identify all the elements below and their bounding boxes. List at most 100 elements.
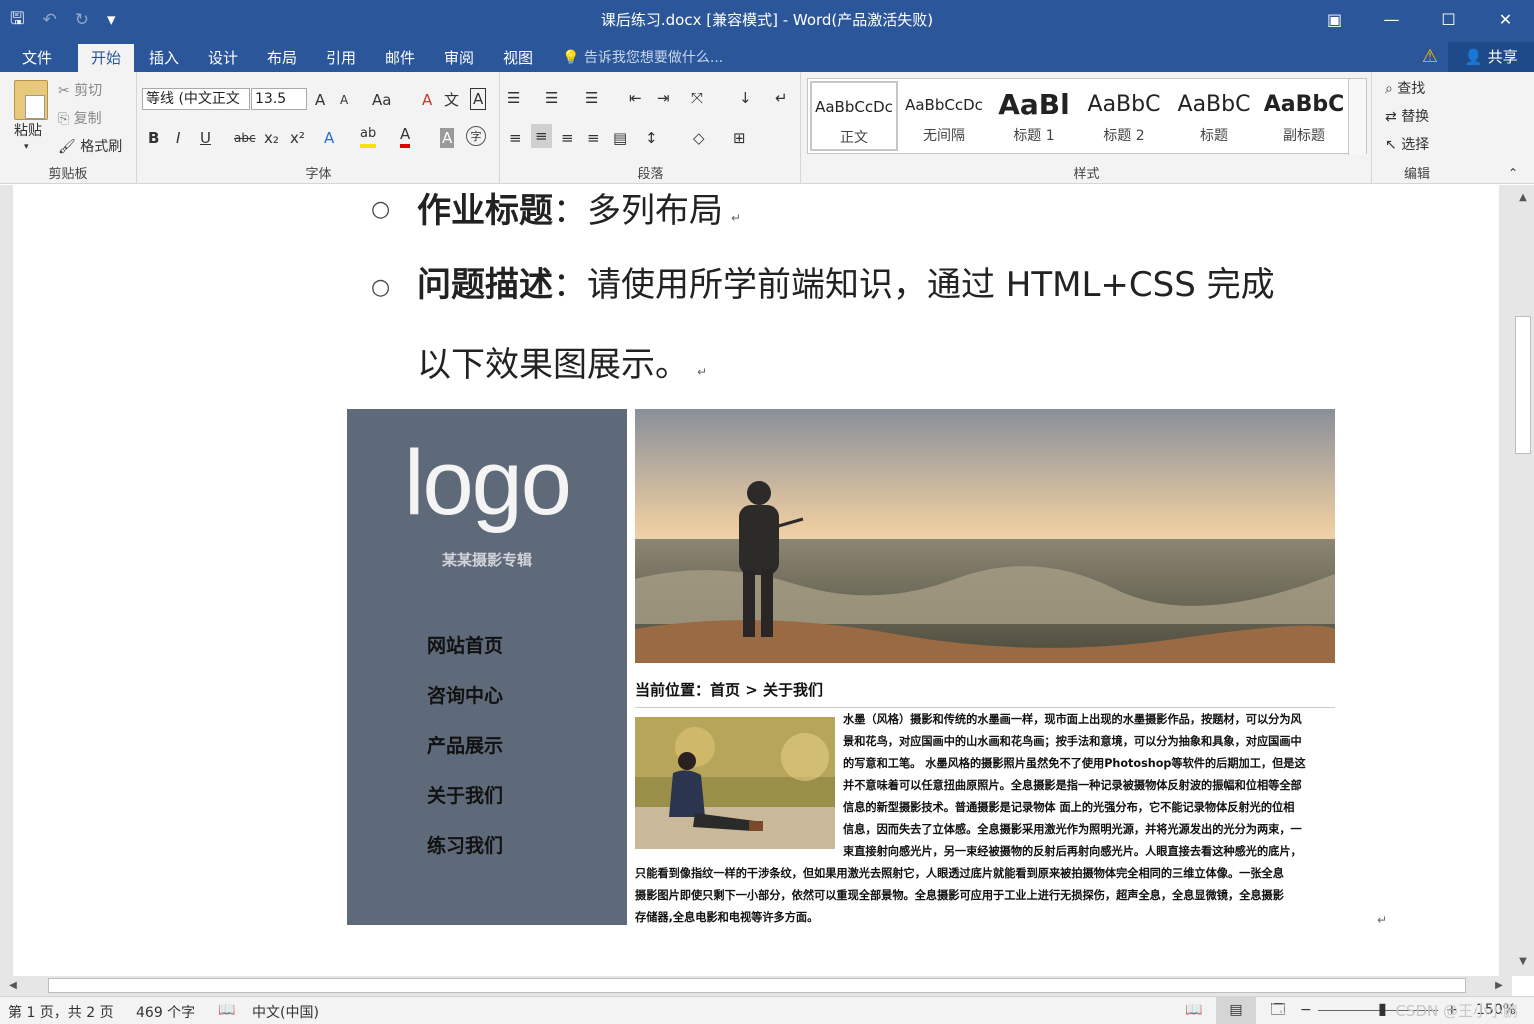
figure-text-line: 只能看到像指纹一样的干涉条纹，但如果用激光去照射它，人眼透过底片就能看到原来被拍…	[635, 867, 1284, 880]
close-button[interactable]: ✕	[1477, 0, 1534, 40]
tab-insert[interactable]: 插入	[139, 44, 189, 72]
read-mode-icon[interactable]: 📖	[1174, 997, 1214, 1024]
style-subtitle[interactable]: AaBbC 副标题	[1260, 81, 1348, 151]
underline-button[interactable]: U	[200, 128, 211, 148]
style-normal[interactable]: AaBbCcDc 正文	[810, 81, 898, 151]
figure-sidebar: logo 某某摄影专辑 网站首页 咨询中心 产品展示 关于我们 练习我们	[347, 409, 627, 925]
style-title[interactable]: AaBbC 标题	[1170, 81, 1258, 151]
character-shading-icon[interactable]: A	[440, 128, 455, 148]
print-layout-icon[interactable]: ▤	[1216, 997, 1256, 1024]
word-count[interactable]: 469 个字	[136, 1002, 195, 1022]
warning-icon[interactable]: ⚠	[1422, 46, 1438, 67]
cursor-icon: ↖	[1385, 137, 1397, 153]
cut-button[interactable]: ✂ 剪切	[58, 80, 102, 100]
numbering-icon[interactable]: ☰	[545, 88, 558, 108]
subscript-button[interactable]: x₂	[264, 128, 279, 148]
font-name-combobox[interactable]: 等线 (中文正文	[142, 88, 250, 110]
borders-icon[interactable]: ⊞	[733, 128, 746, 148]
scroll-left-icon[interactable]: ◀	[4, 976, 22, 996]
strikethrough-button[interactable]: abc	[234, 128, 256, 148]
distributed-icon[interactable]: ▤	[613, 128, 627, 148]
tab-file[interactable]: 文件	[12, 44, 62, 72]
minimize-button[interactable]: —	[1363, 0, 1420, 40]
style-heading-2[interactable]: AaBbC 标题 2	[1080, 81, 1168, 151]
bullets-icon[interactable]: ☰	[507, 88, 520, 108]
page-count[interactable]: 第 1 页，共 2 页	[8, 1002, 114, 1022]
language-indicator[interactable]: 中文(中国)	[252, 1002, 319, 1022]
italic-button[interactable]: I	[176, 128, 180, 148]
web-layout-icon[interactable]: 🗔	[1258, 997, 1298, 1024]
style-no-spacing[interactable]: AaBbCcDc 无间隔	[900, 81, 988, 151]
zoom-slider-thumb[interactable]: ▮	[1378, 999, 1387, 1018]
vertical-scrollbar[interactable]: ▲ ▼	[1512, 185, 1534, 976]
replace-button[interactable]: ⇄ 替换	[1385, 106, 1429, 126]
justify-icon[interactable]: ≡	[587, 128, 600, 148]
paste-icon[interactable]	[14, 80, 48, 120]
paste-button[interactable]: 粘贴	[14, 120, 42, 140]
style-name: 无间隔	[923, 128, 965, 144]
multilevel-list-icon[interactable]: ☰	[585, 88, 598, 108]
replace-label: 替换	[1401, 109, 1430, 125]
customize-qat-icon[interactable]: ▾	[107, 10, 116, 30]
scroll-right-icon[interactable]: ▶	[1490, 976, 1508, 996]
clear-formatting-icon[interactable]: A	[422, 90, 432, 110]
format-painter-button[interactable]: 🖌 格式刷	[58, 136, 122, 156]
tab-mailings[interactable]: 邮件	[375, 44, 425, 72]
tab-layout[interactable]: 布局	[257, 44, 307, 72]
show-formatting-marks-icon[interactable]: ↵	[775, 88, 788, 108]
vertical-scroll-thumb[interactable]	[1515, 316, 1531, 454]
select-button[interactable]: ↖ 选择	[1385, 134, 1429, 154]
horizontal-scrollbar[interactable]: ◀ ▶	[0, 976, 1512, 996]
tab-view[interactable]: 视图	[493, 44, 543, 72]
increase-indent-icon[interactable]: ⇥	[657, 88, 670, 108]
change-case-icon[interactable]: Aa	[372, 90, 391, 110]
tell-me-search[interactable]: 💡 告诉我您想要做什么...	[562, 44, 723, 72]
bold-button[interactable]: B	[148, 128, 159, 148]
zoom-out-icon[interactable]: −	[1300, 1002, 1312, 1018]
enclose-characters-icon[interactable]: 字	[466, 126, 486, 146]
document-page[interactable]: ○ 作业标题：多列布局 ↵ ○ 问题描述：请使用所学前端知识，通过 HTML+CS…	[13, 185, 1499, 976]
tab-review[interactable]: 审阅	[434, 44, 484, 72]
scroll-up-icon[interactable]: ▲	[1512, 189, 1534, 207]
decrease-indent-icon[interactable]: ⇤	[629, 88, 642, 108]
shading-bucket-icon[interactable]: ◇	[693, 128, 705, 148]
character-border-icon[interactable]: A	[470, 88, 487, 110]
tab-design[interactable]: 设计	[198, 44, 248, 72]
proofing-icon[interactable]: 📖	[218, 1002, 235, 1018]
superscript-button[interactable]: x²	[290, 128, 305, 148]
figure-breadcrumb: 当前位置：首页 > 关于我们	[635, 681, 824, 699]
tab-home[interactable]: 开始	[78, 44, 135, 72]
shrink-font-icon[interactable]: A	[340, 90, 348, 110]
style-sample: AaBbC	[1087, 92, 1161, 117]
styles-gallery-scrollbar[interactable]	[1348, 79, 1366, 155]
align-left-icon[interactable]: ≡	[509, 128, 522, 148]
sort-icon[interactable]: ↓	[739, 88, 752, 108]
collapse-ribbon-icon[interactable]: ⌃	[1508, 166, 1518, 180]
undo-icon[interactable]: ↶	[42, 10, 56, 30]
figure-text-line: 信息，因而失去了立体感。全息摄影采用激光作为照明光源，并将光源发出的光分为两束，…	[843, 823, 1302, 836]
horizontal-scroll-thumb[interactable]	[48, 978, 1466, 993]
paste-dropdown-icon[interactable]: ▾	[24, 142, 29, 152]
style-heading-1[interactable]: AaBl 标题 1	[990, 81, 1078, 151]
style-sample: AaBbC	[1177, 92, 1251, 117]
font-color-icon[interactable]: A	[400, 124, 411, 148]
share-button[interactable]: 👤 共享	[1448, 42, 1534, 72]
embedded-figure[interactable]: logo 某某摄影专辑 网站首页 咨询中心 产品展示 关于我们 练习我们 当前位…	[347, 409, 1335, 925]
tab-references[interactable]: 引用	[316, 44, 366, 72]
find-button[interactable]: ⌕ 查找	[1385, 78, 1425, 98]
align-center-icon[interactable]: ≡	[531, 124, 552, 148]
align-right-icon[interactable]: ≡	[561, 128, 574, 148]
phonetic-guide-icon[interactable]: 文	[444, 90, 459, 110]
save-icon[interactable]: 🖫	[10, 6, 24, 35]
highlight-color-icon[interactable]: ab	[360, 124, 377, 148]
maximize-button[interactable]: ☐	[1420, 0, 1477, 40]
chinese-layout-icon[interactable]: ⤧	[691, 88, 703, 108]
grow-font-icon[interactable]: A	[315, 90, 325, 110]
line-spacing-icon[interactable]: ↕	[645, 128, 658, 148]
scroll-down-icon[interactable]: ▼	[1512, 953, 1534, 971]
ribbon-display-options-button[interactable]: ▣	[1306, 0, 1363, 40]
copy-button[interactable]: ⎘ 复制	[58, 108, 102, 128]
text-effects-icon[interactable]: A	[324, 128, 334, 148]
redo-icon[interactable]: ↻	[75, 10, 89, 30]
font-size-combobox[interactable]: 13.5	[251, 88, 307, 110]
